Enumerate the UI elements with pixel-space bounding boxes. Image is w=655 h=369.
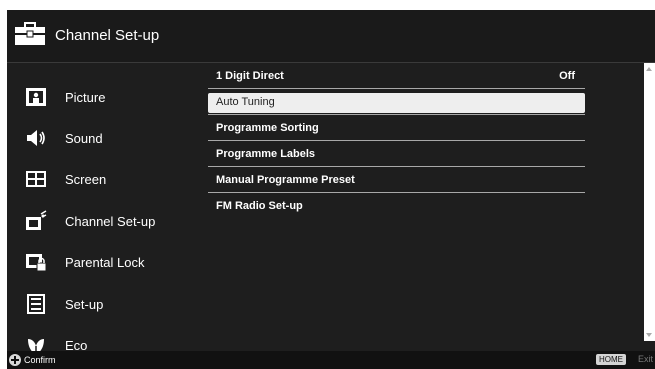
sidebar-item-screen[interactable]: Screen bbox=[25, 163, 195, 195]
menu-item-label: Manual Programme Preset bbox=[216, 174, 355, 186]
sidebar-item-label: Set-up bbox=[65, 296, 104, 312]
menu-divider bbox=[208, 166, 585, 167]
menu-item-label: Auto Tuning bbox=[216, 96, 275, 108]
menu-item-label: FM Radio Set-up bbox=[216, 200, 303, 212]
setup-icon bbox=[27, 294, 45, 314]
scrollbar[interactable] bbox=[644, 63, 655, 341]
menu-item-label: 1 Digit Direct bbox=[216, 70, 284, 82]
scroll-up-icon[interactable] bbox=[646, 67, 652, 71]
speaker-icon bbox=[27, 130, 45, 146]
scroll-down-icon[interactable] bbox=[646, 333, 652, 337]
menu-item-label: Programme Labels bbox=[216, 148, 316, 160]
menu-divider bbox=[208, 140, 585, 141]
toolbox-icon bbox=[15, 22, 45, 45]
menu-item-label: Programme Sorting bbox=[216, 122, 319, 134]
screen-icon bbox=[26, 171, 46, 187]
menu-item-manual-programme-preset[interactable]: Manual Programme Preset bbox=[208, 171, 585, 191]
sidebar-item-label: Screen bbox=[65, 171, 107, 187]
sidebar-item-label: Channel Set-up bbox=[65, 213, 156, 229]
footer-bar: Confirm HOME Exit bbox=[7, 351, 655, 369]
menu-item-value: Off bbox=[559, 70, 575, 82]
sidebar-item-picture[interactable]: Picture bbox=[25, 81, 195, 113]
menu-divider bbox=[208, 88, 585, 89]
menu-item-programme-sorting[interactable]: Programme Sorting bbox=[208, 119, 585, 139]
menu-item-programme-labels[interactable]: Programme Labels bbox=[208, 145, 585, 165]
menu-item-1-digit-direct[interactable]: 1 Digit Direct Off bbox=[208, 67, 585, 87]
menu-item-auto-tuning[interactable]: Auto Tuning bbox=[208, 93, 585, 113]
channel-setup-icon bbox=[26, 210, 47, 230]
menu-divider bbox=[208, 192, 585, 193]
confirm-icon bbox=[9, 354, 21, 366]
sidebar-item-parental-lock[interactable]: Parental Lock bbox=[25, 246, 195, 278]
page-title: Channel Set-up bbox=[55, 27, 160, 44]
header: Channel Set-up bbox=[7, 10, 655, 62]
exit-label: Exit bbox=[638, 354, 654, 364]
sidebar-item-label: Sound bbox=[65, 130, 103, 146]
sidebar-item-sound[interactable]: Sound bbox=[25, 122, 195, 154]
sidebar-item-channel-setup[interactable]: Channel Set-up bbox=[25, 205, 195, 237]
confirm-button[interactable]: Confirm bbox=[9, 353, 56, 367]
picture-icon bbox=[26, 88, 46, 106]
home-button[interactable]: HOME bbox=[596, 354, 626, 365]
confirm-label: Confirm bbox=[24, 355, 56, 365]
parental-lock-icon bbox=[26, 254, 47, 272]
tv-menu-screen: Channel Set-up Picture Sound Screen Chan… bbox=[7, 10, 655, 369]
menu-item-fm-radio-setup[interactable]: FM Radio Set-up bbox=[208, 197, 585, 217]
sidebar: Picture Sound Screen Channel Set-up Pare… bbox=[7, 63, 202, 354]
sidebar-item-setup[interactable]: Set-up bbox=[25, 288, 195, 320]
sidebar-item-label: Parental Lock bbox=[65, 254, 145, 270]
menu-divider bbox=[208, 114, 585, 115]
sidebar-item-label: Picture bbox=[65, 89, 106, 105]
